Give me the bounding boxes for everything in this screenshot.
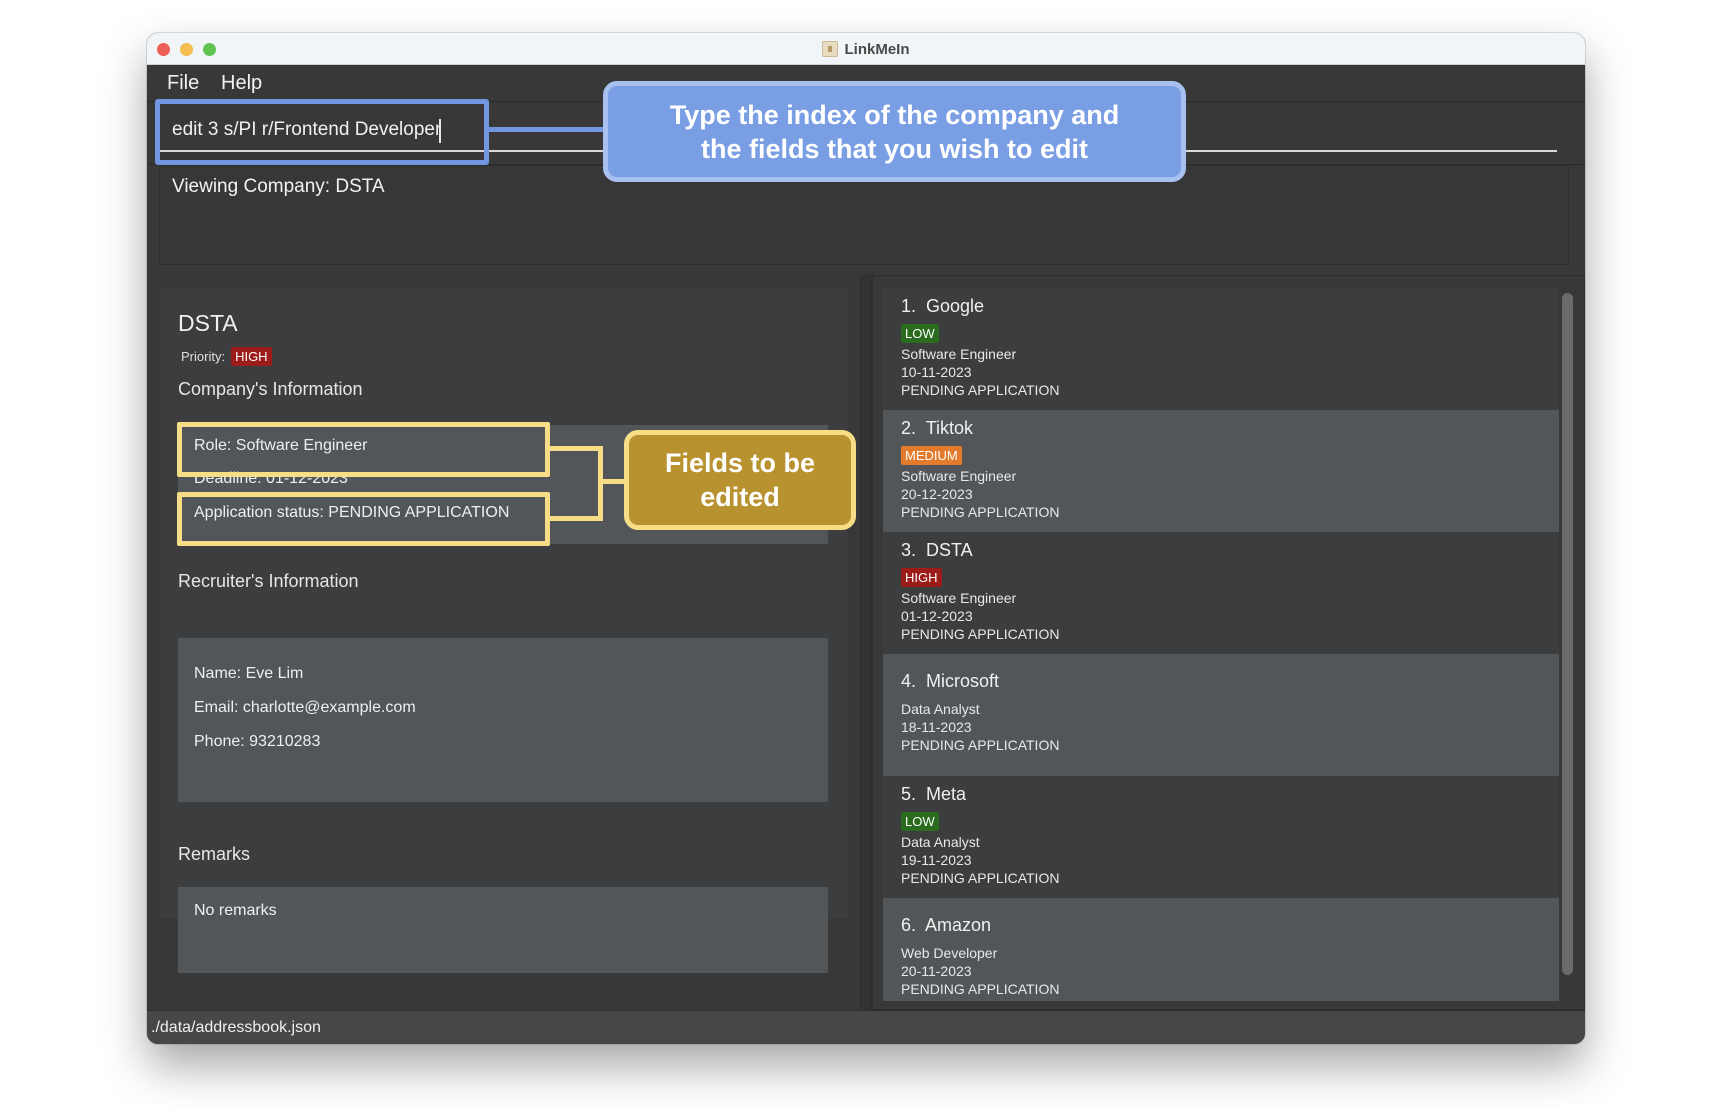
company-detail-pane: DSTA Priority: HIGH Company's Informatio… [147, 275, 860, 1010]
priority-badge: HIGH [901, 568, 942, 587]
company-list[interactable]: 1. Google LOW Software Engineer 10-11-2023 P… [883, 288, 1559, 1001]
company-list-item-title: 3. DSTA [901, 540, 973, 560]
command-callout: Type the index of the company and the fi… [603, 81, 1186, 182]
window-title: LinkMeIn [844, 40, 910, 58]
company-list-item[interactable]: 5. Meta LOW Data Analyst 19-11-2023 PENDING … [883, 776, 1559, 898]
recruiter-phone-field: Phone: 93210283 [194, 733, 321, 750]
remarks-heading: Remarks [178, 844, 251, 864]
company-list-item-deadline: 18-11-2023 [901, 719, 972, 735]
recruiter-info-box: Name: Eve Lim Email: charlotte@example.c… [178, 638, 828, 802]
company-list-item-deadline: 20-12-2023 [901, 486, 973, 502]
company-list-item-role: Software Engineer [901, 590, 1017, 606]
company-list-item-title: 6. Amazon [901, 915, 992, 935]
fields-callout-text: Fields to be edited [664, 448, 816, 512]
company-list-item-role: Software Engineer [901, 468, 1017, 484]
command-highlight-box [155, 99, 489, 165]
remarks-text: No remarks [194, 902, 277, 919]
company-list-item-role: Data Analyst [901, 834, 980, 850]
company-list-item-role: Software Engineer [901, 346, 1017, 362]
fields-connector-top [550, 446, 602, 451]
status-bar: ./data/addressbook.json [147, 1010, 1585, 1044]
recruiter-name-field: Name: Eve Lim [194, 665, 304, 682]
company-list-item-status: PENDING APPLICATION [901, 504, 1060, 520]
company-list-item[interactable]: 4. Microsoft Data Analyst 18-11-2023 PENDIN… [883, 654, 1559, 776]
split-pane-divider[interactable] [860, 275, 872, 1010]
company-list-item-status: PENDING APPLICATION [901, 981, 1060, 997]
priority-badge: HIGH [231, 347, 272, 366]
company-list-item-deadline: 19-11-2023 [901, 852, 972, 868]
result-message: Viewing Company: DSTA [172, 176, 385, 197]
list-scrollbar[interactable] [1561, 288, 1575, 1001]
company-list-item-title: 2. Tiktok [901, 418, 974, 438]
save-file-path: ./data/addressbook.json [151, 1019, 321, 1036]
company-list-item-status: PENDING APPLICATION [901, 382, 1060, 398]
company-list-item-title: 5. Meta [901, 784, 967, 804]
company-info-heading: Company's Information [178, 379, 363, 399]
remarks-box: No remarks [178, 887, 828, 973]
company-list-item-status: PENDING APPLICATION [901, 870, 1060, 886]
company-list-item-deadline: 01-12-2023 [901, 608, 973, 624]
menu-help[interactable]: Help [221, 72, 262, 95]
company-detail-card: DSTA Priority: HIGH Company's Informatio… [160, 288, 848, 918]
company-list-item-role: Data Analyst [901, 701, 980, 717]
company-list-item[interactable]: 2. Tiktok MEDIUM Software Engineer 20-12-20… [883, 410, 1559, 532]
company-list-item-status: PENDING APPLICATION [901, 626, 1060, 642]
role-highlight-box [177, 422, 550, 477]
company-list-item-status: PENDING APPLICATION [901, 737, 1060, 753]
company-name: DSTA [178, 310, 238, 336]
fields-callout: Fields to be edited [624, 430, 856, 530]
priority-label: Priority: [181, 349, 226, 364]
company-list-item-title: 4. Microsoft [901, 671, 1000, 691]
company-list-item-deadline: 10-11-2023 [901, 364, 972, 380]
status-highlight-box [177, 492, 550, 546]
priority-badge: LOW [901, 812, 939, 831]
fields-connector-bottom [550, 516, 602, 521]
company-list-item-deadline: 20-11-2023 [901, 963, 972, 979]
company-list-item[interactable]: 1. Google LOW Software Engineer 10-11-2023 P… [883, 288, 1559, 410]
command-callout-text: Type the index of the company and the fi… [669, 99, 1120, 164]
company-list-item[interactable]: 6. Amazon Web Developer 20-11-2023 PENDING … [883, 898, 1559, 1001]
recruiter-email-field: Email: charlotte@example.com [194, 699, 416, 716]
title-bar: LinkMeIn [147, 33, 1585, 65]
priority-badge: MEDIUM [901, 446, 962, 465]
app-icon [822, 41, 839, 57]
company-list-item-role: Web Developer [901, 945, 998, 961]
company-list-pane: 1. Google LOW Software Engineer 10-11-2023 P… [872, 275, 1585, 1010]
priority-row: Priority: HIGH [181, 347, 272, 366]
company-list-item-title: 1. Google [901, 296, 985, 316]
menu-file[interactable]: File [167, 72, 199, 95]
company-list-item[interactable]: 3. DSTA HIGH Software Engineer 01-12-2023 PE… [883, 532, 1559, 654]
fields-connector-middle [600, 479, 626, 484]
list-scrollbar-thumb[interactable] [1562, 293, 1573, 975]
priority-badge: LOW [901, 324, 939, 343]
recruiter-info-heading: Recruiter's Information [178, 571, 359, 591]
command-callout-connector [489, 127, 604, 132]
